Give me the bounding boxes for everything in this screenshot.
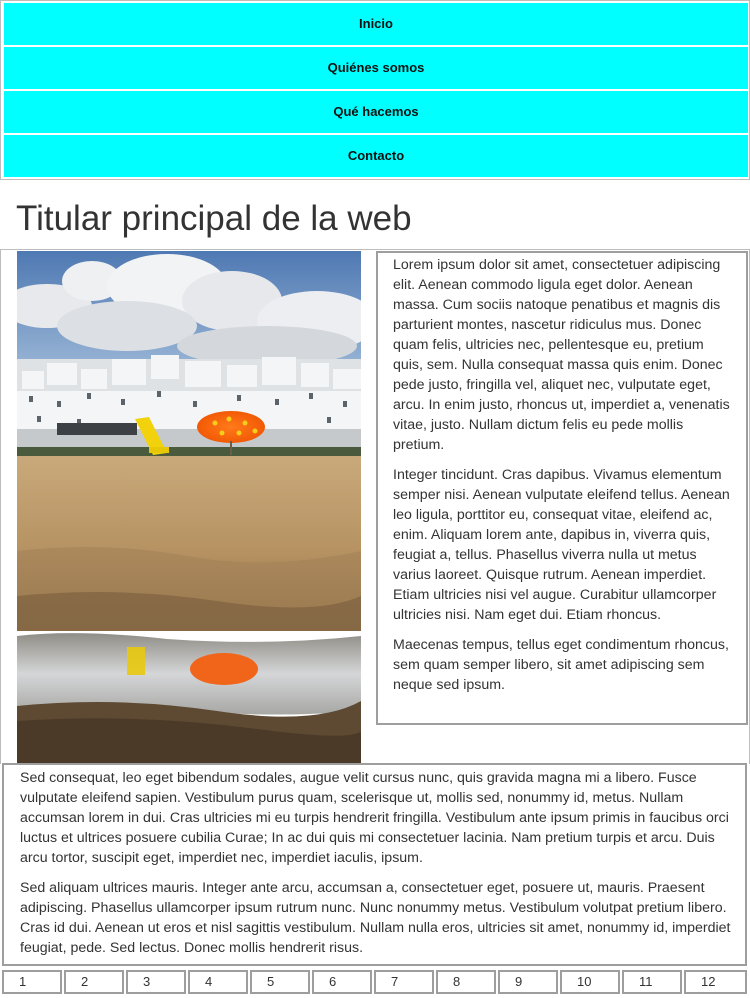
aside-paragraph: Lorem ipsum dolor sit amet, consectetuer… bbox=[393, 257, 730, 453]
pagination: 1 2 3 4 5 6 7 8 9 10 11 12 bbox=[2, 970, 748, 994]
aside-paragraph: Maecenas tempus, tellus eget condimentum… bbox=[393, 637, 729, 693]
page-link-8[interactable]: 8 bbox=[436, 970, 496, 994]
page-link-3[interactable]: 3 bbox=[126, 970, 186, 994]
page-link-2[interactable]: 2 bbox=[64, 970, 124, 994]
page-link-5[interactable]: 5 bbox=[250, 970, 310, 994]
main-text-box: Sed consequat, leo eget bibendum sodales… bbox=[2, 763, 747, 966]
page-title: Titular principal de la web bbox=[0, 180, 750, 250]
main-navigation: Inicio Quiénes somos Qué hacemos Contact… bbox=[0, 0, 750, 180]
page-link-11[interactable]: 11 bbox=[622, 970, 682, 994]
page-link-1[interactable]: 1 bbox=[2, 970, 62, 994]
aside-text-box: Lorem ipsum dolor sit amet, consectetuer… bbox=[376, 251, 748, 725]
page-link-7[interactable]: 7 bbox=[374, 970, 434, 994]
main-paragraph: Sed aliquam ultrices mauris. Integer ant… bbox=[20, 880, 731, 956]
nav-item-inicio[interactable]: Inicio bbox=[4, 3, 748, 45]
aside-paragraph: Integer tincidunt. Cras dapibus. Vivamus… bbox=[393, 467, 730, 623]
page-link-9[interactable]: 9 bbox=[498, 970, 558, 994]
page-link-6[interactable]: 6 bbox=[312, 970, 372, 994]
hero-image-beach bbox=[17, 251, 361, 764]
main-paragraph: Sed consequat, leo eget bibendum sodales… bbox=[20, 770, 729, 866]
page-link-4[interactable]: 4 bbox=[188, 970, 248, 994]
nav-item-que-hacemos[interactable]: Qué hacemos bbox=[4, 91, 748, 133]
nav-item-quienes-somos[interactable]: Quiénes somos bbox=[4, 47, 748, 89]
content-row: Lorem ipsum dolor sit amet, consectetuer… bbox=[0, 250, 750, 764]
page-link-12[interactable]: 12 bbox=[684, 970, 747, 994]
nav-item-contacto[interactable]: Contacto bbox=[4, 135, 748, 177]
page-link-10[interactable]: 10 bbox=[560, 970, 620, 994]
